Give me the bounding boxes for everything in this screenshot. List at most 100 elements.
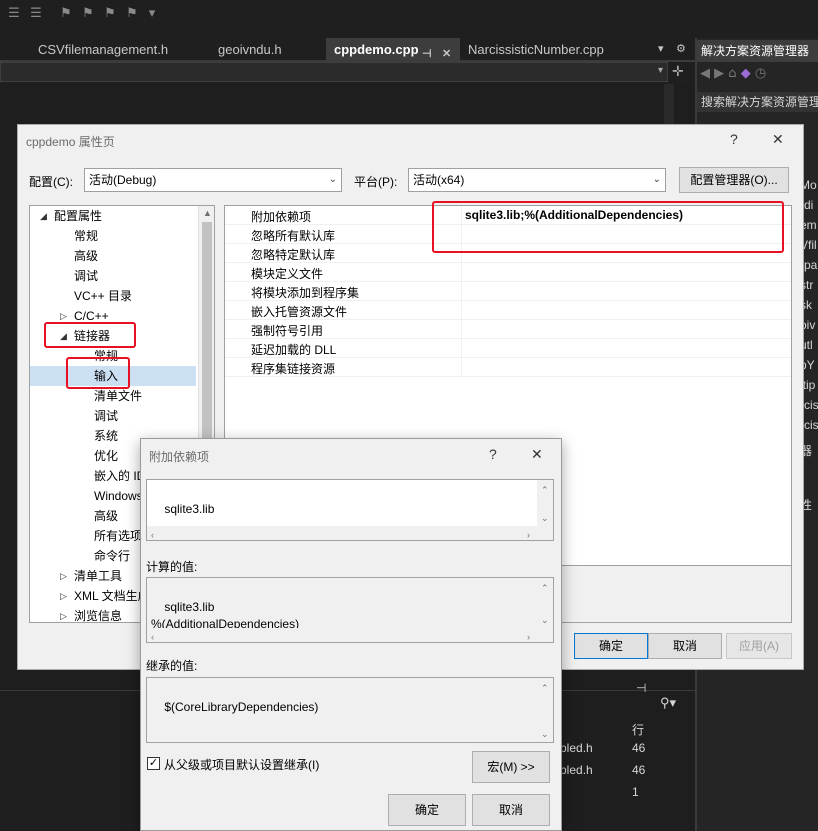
split-add-icon[interactable]: ✛	[672, 64, 684, 80]
ok-button[interactable]: 确定	[388, 794, 466, 826]
back-icon[interactable]: ◀	[700, 66, 710, 81]
search-icon[interactable]: ⚲▾	[660, 695, 676, 711]
tree-item-config-props[interactable]: ◢ 配置属性	[30, 206, 196, 226]
prev-bookmark-icon[interactable]: ⚑	[80, 6, 96, 22]
vertical-scrollbar[interactable]: ⌃ ⌄	[537, 480, 553, 540]
property-row[interactable]: 忽略所有默认库	[225, 225, 791, 244]
horizontal-scrollbar[interactable]: ‹ ›	[147, 628, 539, 642]
collapsed-icon[interactable]: ▷	[60, 566, 67, 586]
property-row[interactable]: 附加依赖项 sqlite3.lib;%(AdditionalDependenci…	[225, 206, 791, 225]
collapsed-icon[interactable]: ▷	[60, 306, 67, 326]
config-select[interactable]: 活动(Debug) ⌄	[84, 168, 342, 192]
member-nav-dropdown[interactable]: ▾	[0, 62, 668, 82]
property-value[interactable]: sqlite3.lib;%(AdditionalDependencies)	[465, 208, 683, 222]
platform-select[interactable]: 活动(x64) ⌄	[408, 168, 666, 192]
inherit-checkbox-label[interactable]: 从父级或项目默认设置继承(I)	[164, 756, 319, 773]
horizontal-scrollbar[interactable]: ‹ ›	[147, 526, 539, 540]
column-divider	[461, 358, 462, 377]
scroll-up-icon[interactable]: ⌃	[541, 680, 549, 697]
help-icon[interactable]: ?	[730, 131, 738, 147]
config-value: 活动(Debug)	[89, 173, 157, 187]
tree-item-debugging[interactable]: 调试	[30, 266, 196, 286]
inherit-checkbox[interactable]: ✓	[147, 757, 160, 770]
tree-item-vc-dirs[interactable]: VC++ 目录	[30, 286, 196, 306]
computed-text: sqlite3.lib %(AdditionalDependencies)	[151, 600, 300, 631]
tab-csvfilemanagement[interactable]: CSVfilemanagement.h	[30, 38, 210, 62]
column-divider	[461, 282, 462, 301]
scroll-up-icon[interactable]: ⌃	[541, 580, 549, 597]
collapsed-icon[interactable]: ▷	[60, 606, 67, 622]
tab-label: cppdemo.cpp	[334, 42, 419, 57]
indent-icon[interactable]: ☰	[6, 6, 22, 22]
apply-button[interactable]: 应用(A)	[726, 633, 792, 659]
tree-item-linker-debugging[interactable]: 调试	[30, 406, 196, 426]
solution-search-input[interactable]: 搜索解决方案资源管理	[697, 92, 818, 112]
next-bookmark-icon[interactable]: ⚑	[102, 6, 118, 22]
tree-item-linker-general[interactable]: 常规	[30, 346, 196, 366]
property-row[interactable]: 嵌入托管资源文件	[225, 301, 791, 320]
history-icon[interactable]: ◷	[755, 66, 766, 81]
vertical-scrollbar[interactable]: ⌃ ⌄	[537, 578, 553, 642]
home-icon[interactable]: ⌂	[728, 66, 736, 81]
scroll-down-icon[interactable]: ⌄	[541, 510, 549, 527]
scroll-left-icon[interactable]: ‹	[151, 527, 154, 544]
property-row[interactable]: 延迟加载的 DLL	[225, 339, 791, 358]
tree-item-manifest-file[interactable]: 清单文件	[30, 386, 196, 406]
settings-gear-icon[interactable]: ⚙	[676, 42, 686, 55]
tree-item-cpp[interactable]: ▷ C/C++	[30, 306, 196, 326]
property-row[interactable]: 模块定义文件	[225, 263, 791, 282]
tree-item-linker-input[interactable]: 输入	[30, 366, 196, 386]
scroll-up-icon[interactable]: ⌃	[541, 482, 549, 499]
tree-item-linker[interactable]: ◢ 链接器	[30, 326, 196, 346]
vertical-scrollbar[interactable]: ⌃ ⌄	[537, 678, 553, 742]
cancel-button[interactable]: 取消	[472, 794, 550, 826]
property-row[interactable]: 忽略特定默认库	[225, 244, 791, 263]
property-name: 强制符号引用	[251, 324, 324, 338]
toolbar-overflow-icon[interactable]: ▾	[144, 6, 160, 22]
pin-icon[interactable]: ⊣	[636, 681, 646, 695]
scroll-down-icon[interactable]: ⌄	[541, 726, 549, 743]
scroll-thumb[interactable]	[202, 222, 212, 442]
property-row[interactable]: 将模块添加到程序集	[225, 282, 791, 301]
scroll-right-icon[interactable]: ›	[527, 527, 530, 544]
scroll-right-icon[interactable]: ›	[527, 629, 530, 646]
additional-dependencies-dialog: 附加依赖项 ? ✕ sqlite3.lib ⌃ ⌄ ‹ › 计算的值: sqli…	[140, 438, 562, 831]
help-icon[interactable]: ?	[489, 446, 497, 462]
tab-cppdemo[interactable]: cppdemo.cpp ⊣ ✕	[326, 38, 460, 62]
expanded-icon[interactable]: ◢	[60, 326, 67, 346]
scroll-left-icon[interactable]: ‹	[151, 629, 154, 646]
computed-label: 计算的值:	[146, 560, 198, 574]
document-tab-bar: CSVfilemanagement.h geoivndu.h cppdemo.c…	[0, 38, 695, 62]
column-divider	[461, 225, 462, 244]
property-name: 附加依赖项	[251, 210, 312, 224]
ok-button[interactable]: 确定	[574, 633, 648, 659]
config-label: 配置(C):	[29, 175, 73, 189]
tree-label: 所有选项	[94, 529, 143, 543]
tab-geoivndu[interactable]: geoivndu.h	[210, 38, 326, 62]
tree-label: 优化	[94, 449, 119, 463]
forward-icon[interactable]: ▶	[714, 66, 724, 81]
expanded-icon[interactable]: ◢	[40, 206, 47, 226]
property-row[interactable]: 强制符号引用	[225, 320, 791, 339]
column-divider	[461, 263, 462, 282]
error-row-line: 1	[632, 785, 639, 799]
tree-item-advanced[interactable]: 高级	[30, 246, 196, 266]
property-row[interactable]: 程序集链接资源	[225, 358, 791, 377]
bookmark-icon[interactable]: ⚑	[58, 6, 74, 22]
dependencies-edit-field[interactable]: sqlite3.lib ⌃ ⌄ ‹ ›	[146, 479, 554, 541]
close-icon[interactable]: ✕	[772, 131, 784, 148]
config-manager-button[interactable]: 配置管理器(O)...	[679, 167, 789, 193]
clear-bookmark-icon[interactable]: ⚑	[124, 6, 140, 22]
collapsed-icon[interactable]: ▷	[60, 586, 67, 606]
scroll-down-icon[interactable]: ⌄	[541, 612, 549, 629]
outdent-icon[interactable]: ☰	[28, 6, 44, 22]
scroll-up-icon[interactable]: ▲	[203, 208, 212, 218]
tab-narcissisticnumber[interactable]: NarcissisticNumber.cpp	[460, 38, 650, 62]
cancel-button[interactable]: 取消	[648, 633, 722, 659]
column-divider	[461, 244, 462, 263]
vs-icon[interactable]: ◆	[741, 66, 751, 81]
macros-button[interactable]: 宏(M) >>	[472, 751, 550, 783]
close-icon[interactable]: ✕	[531, 446, 543, 463]
tab-list-icon[interactable]: ▾	[658, 42, 664, 55]
tree-item-general[interactable]: 常规	[30, 226, 196, 246]
